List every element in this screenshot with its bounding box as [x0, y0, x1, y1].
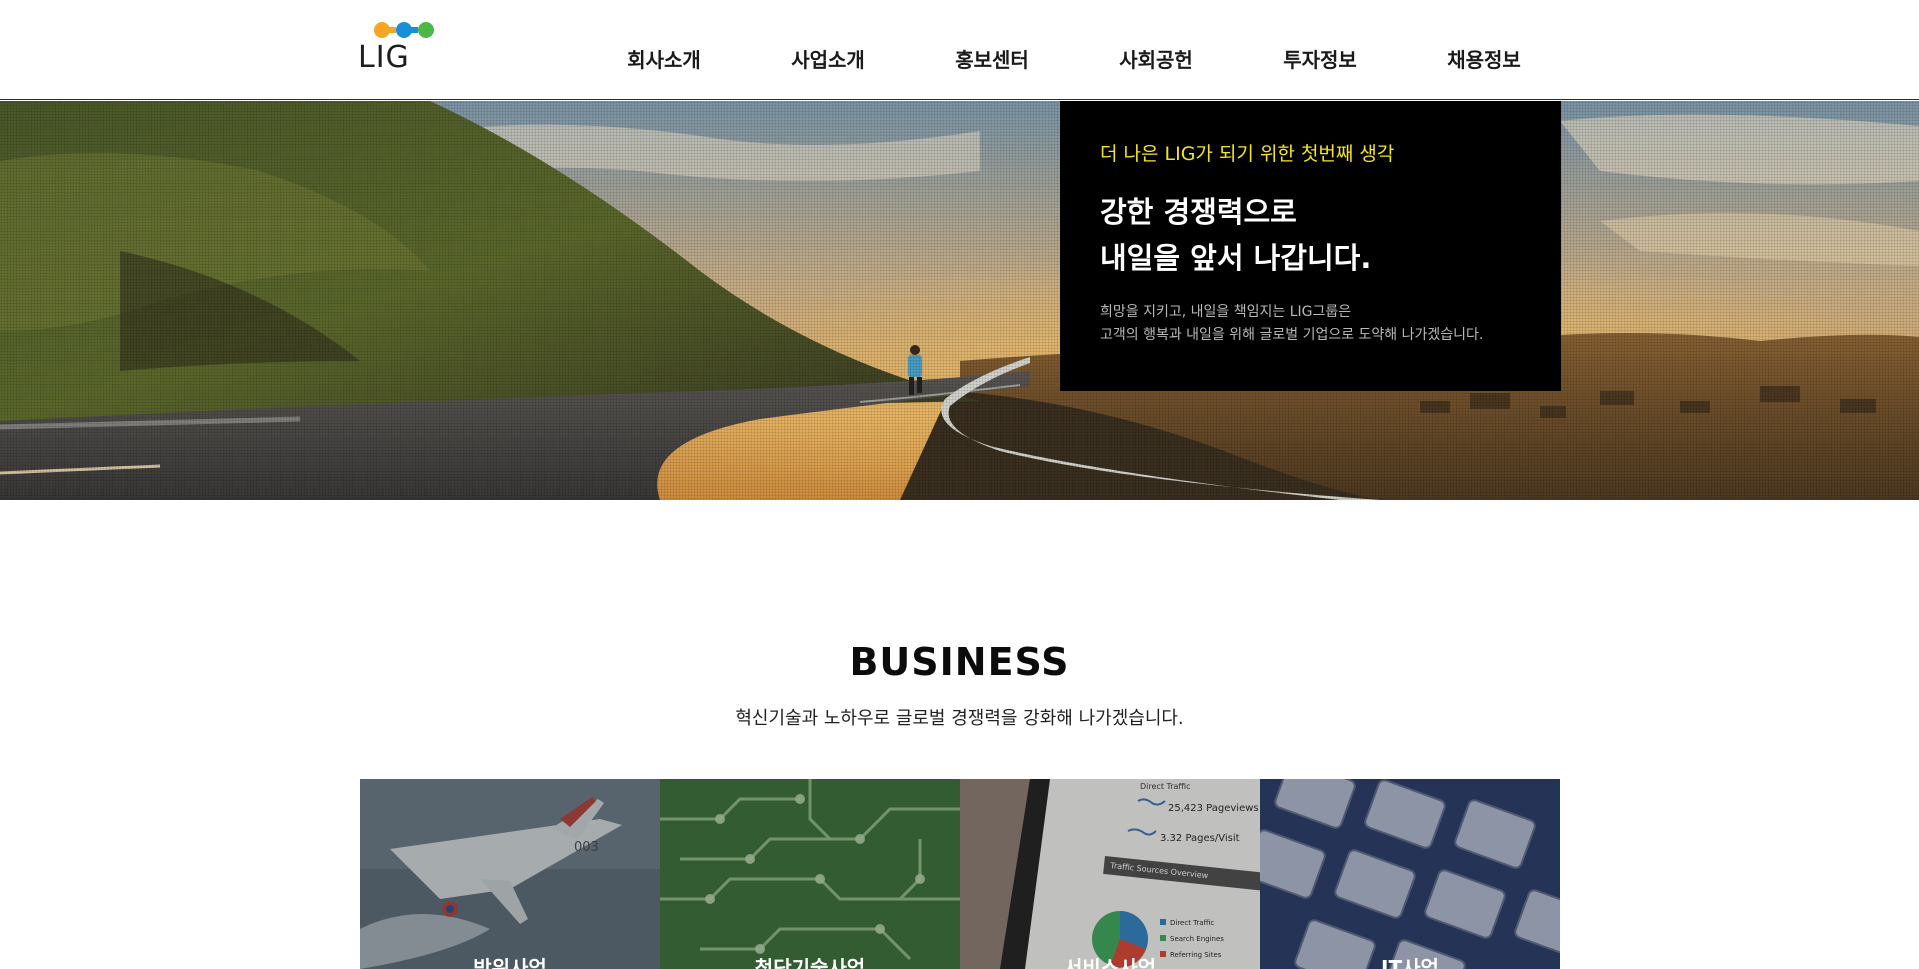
hero-title: 강한 경쟁력으로 내일을 앞서 나갑니다.: [1100, 189, 1521, 281]
business-card-label: 방위사업: [473, 956, 547, 969]
hero-title-line: 내일을 앞서 나갑니다.: [1100, 241, 1372, 275]
hero-description: 희망을 지키고, 내일을 책임지는 LIG그룹은 고객의 행복과 내일을 위해 …: [1100, 301, 1521, 347]
nav-item-investor-relations[interactable]: 투자정보: [1238, 40, 1402, 80]
nav-item-careers[interactable]: 채용정보: [1402, 40, 1566, 80]
main-nav: 회사소개 사업소개 홍보센터 사회공헌 투자정보 채용정보: [582, 40, 1566, 80]
nav-item-company[interactable]: 회사소개: [582, 40, 746, 80]
business-card-service[interactable]: Direct Traffic 25,423 Pageviews 3.32 Pag…: [960, 779, 1260, 969]
hero-description-line: 희망을 지키고, 내일을 책임지는 LIG그룹은: [1100, 304, 1352, 320]
business-card-defense[interactable]: 003 방위사업: [360, 779, 660, 969]
hero-message-box: 더 나은 LIG가 되기 위한 첫번째 생각 강한 경쟁력으로 내일을 앞서 나…: [1060, 101, 1561, 391]
keyboard-image: [1260, 779, 1560, 969]
hero-image: [0, 101, 1919, 500]
nav-item-social-contribution[interactable]: 사회공헌: [1074, 40, 1238, 80]
business-card-it[interactable]: IT사업: [1260, 779, 1560, 969]
fighter-jet-image: 003: [360, 779, 660, 969]
business-card-label: IT사업: [1381, 956, 1439, 969]
business-card-list: 003 방위사업 첨단기술사업 Direct Traffic 25,423 Pa…: [360, 779, 1561, 969]
lig-logo-mark-icon: [374, 22, 434, 38]
analytics-tablet-image: Direct Traffic 25,423 Pageviews 3.32 Pag…: [960, 779, 1260, 969]
nav-item-business[interactable]: 사업소개: [746, 40, 910, 80]
hero-eyebrow: 더 나은 LIG가 되기 위한 첫번째 생각: [1100, 143, 1395, 165]
hero-description-line: 고객의 행복과 내일을 위해 글로벌 기업으로 도약해 나가겠습니다.: [1100, 327, 1484, 343]
logo-text: LIG: [358, 40, 410, 75]
nav-item-pr-center[interactable]: 홍보센터: [910, 40, 1074, 80]
hero-title-line: 강한 경쟁력으로: [1100, 195, 1297, 229]
circuit-board-image: [660, 779, 960, 969]
lig-logo[interactable]: LIG: [358, 18, 458, 78]
business-section-title: BUSINESS: [849, 640, 1070, 684]
business-card-advanced-tech[interactable]: 첨단기술사업: [660, 779, 960, 969]
hero-banner: 더 나은 LIG가 되기 위한 첫번째 생각 강한 경쟁력으로 내일을 앞서 나…: [0, 101, 1919, 500]
site-header: LIG 회사소개 사업소개 홍보센터 사회공헌 투자정보 채용정보: [0, 0, 1919, 100]
business-card-label: 첨단기술사업: [754, 956, 866, 969]
business-section-subtitle: 혁신기술과 노하우로 글로벌 경쟁력을 강화해 나가겠습니다.: [735, 708, 1184, 729]
business-card-label: 서비스사업: [1064, 956, 1156, 969]
